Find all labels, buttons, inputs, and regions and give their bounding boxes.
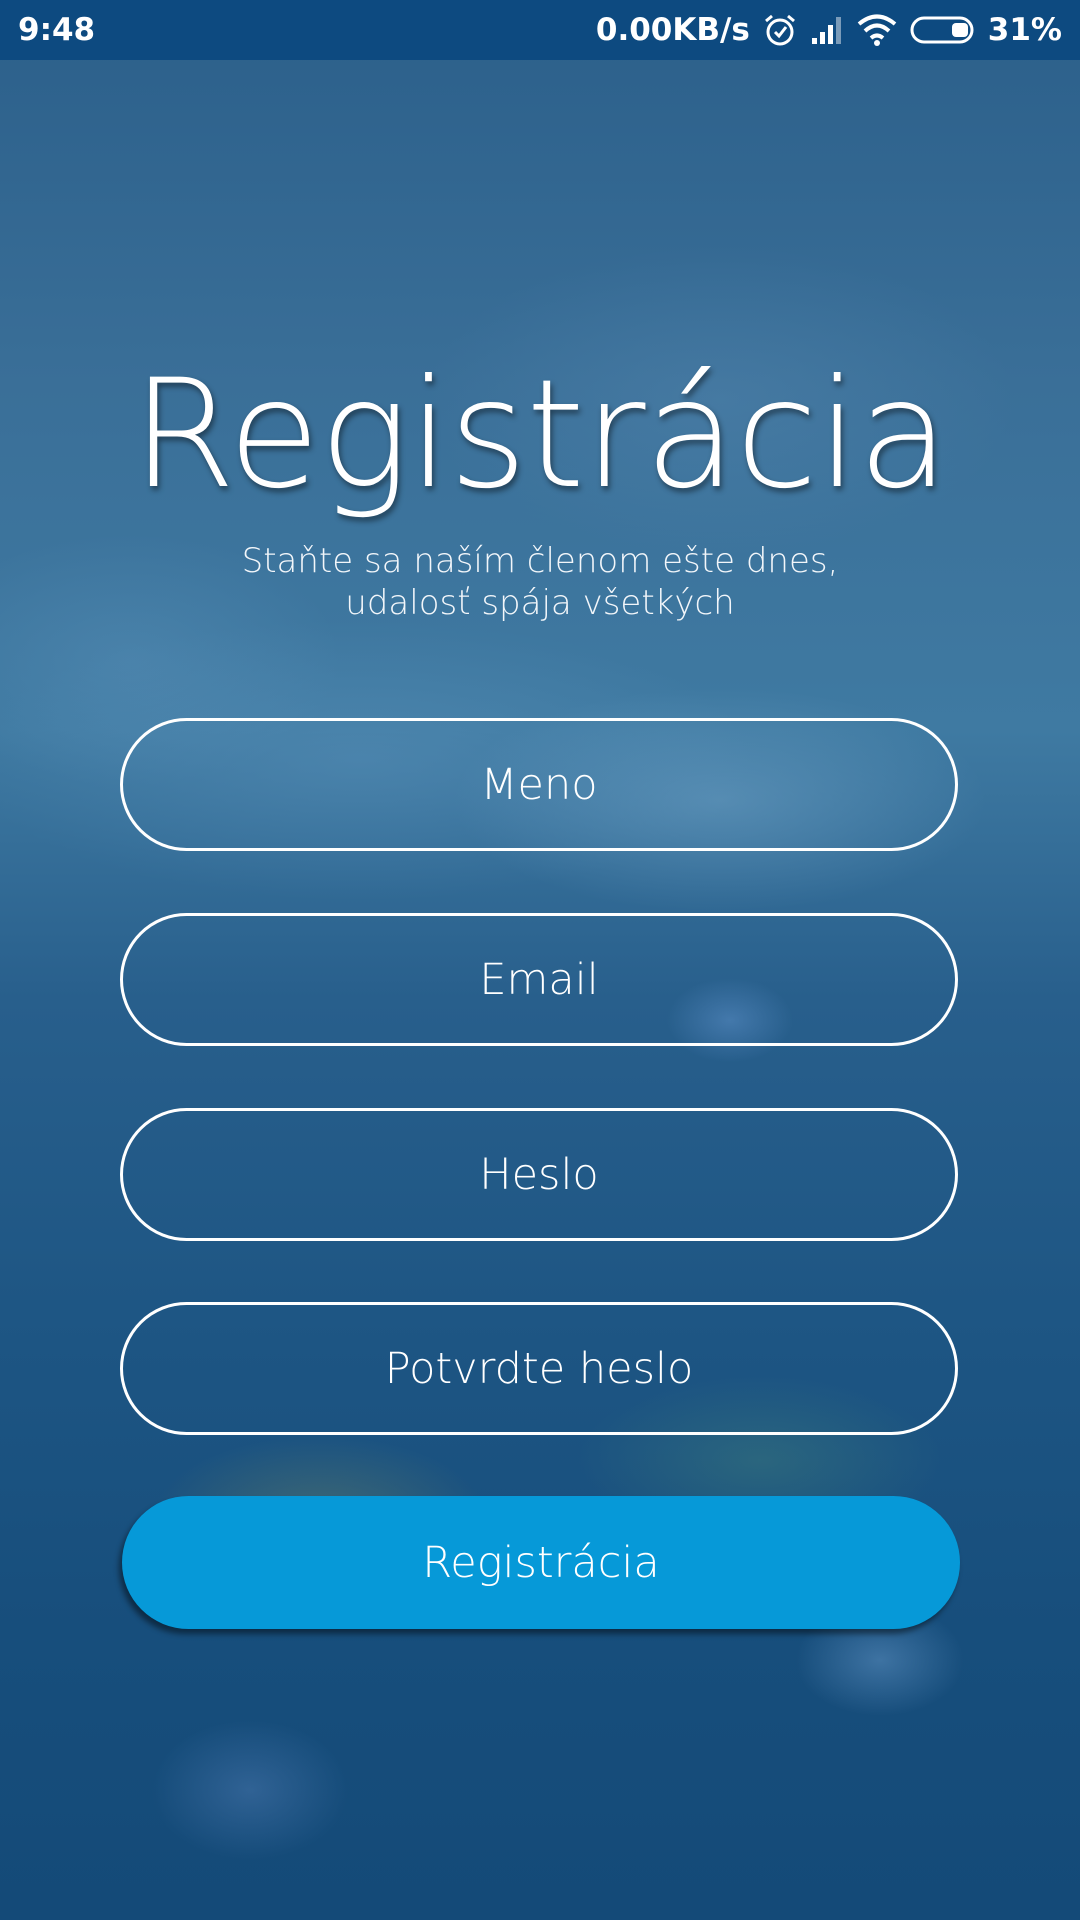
status-time: 9:48 [18,12,96,48]
alarm-icon [762,12,798,48]
page-title: Registrácia [131,348,949,522]
subtitle-line-1: Staňte sa naším členom ešte dnes, [241,541,839,581]
network-speed: 0.00KB/s [595,12,750,48]
status-bar: 9:48 0.00KB/s 31% [0,0,1080,60]
name-input[interactable] [123,720,955,849]
password-input[interactable] [123,1110,955,1239]
page-subtitle: Staňte sa naším členom ešte dnes, udalos… [0,540,1080,624]
signal-icon [810,14,844,46]
confirm-password-field [120,1302,958,1435]
battery-percent: 31% [987,12,1062,48]
password-field [120,1108,958,1241]
wifi-icon [856,13,898,47]
email-input[interactable] [123,915,955,1044]
confirm-password-input[interactable] [123,1304,955,1433]
email-field [120,913,958,1046]
status-right-group: 0.00KB/s 31% [596,12,1062,48]
subtitle-line-2: udalosť spája všetkých [345,583,735,623]
battery-icon [910,15,976,45]
register-button[interactable]: Registrácia [122,1496,960,1629]
name-field [120,718,958,851]
